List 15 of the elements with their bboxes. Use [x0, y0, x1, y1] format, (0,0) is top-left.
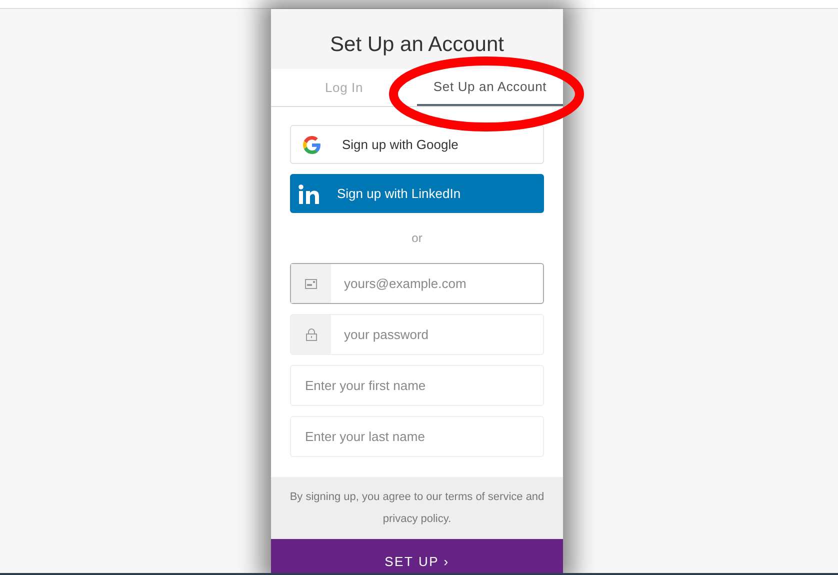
linkedin-logo-icon — [298, 184, 320, 204]
lock-icon — [306, 328, 316, 341]
linkedin-signup-button[interactable]: Sign up with LinkedIn — [290, 174, 544, 213]
envelope-icon — [305, 278, 317, 288]
submit-button[interactable]: SET UP › — [271, 539, 563, 573]
input-field[interactable]: your password — [331, 315, 543, 354]
separator-text: or — [412, 230, 422, 247]
card-title: Set Up an Account — [330, 32, 504, 58]
input-field[interactable]: Enter your last name — [291, 417, 543, 456]
google-logo-icon — [303, 136, 321, 154]
input-field[interactable]: Enter your first name — [291, 366, 543, 405]
input-field[interactable]: yours@example.com — [331, 264, 543, 303]
google-signup-button[interactable]: Sign up with Google — [290, 125, 544, 164]
field-frame[interactable]: yours@example.com — [290, 263, 544, 304]
terms-text: By signing up, you agree to our terms of service and privacy policy. — [288, 490, 546, 527]
